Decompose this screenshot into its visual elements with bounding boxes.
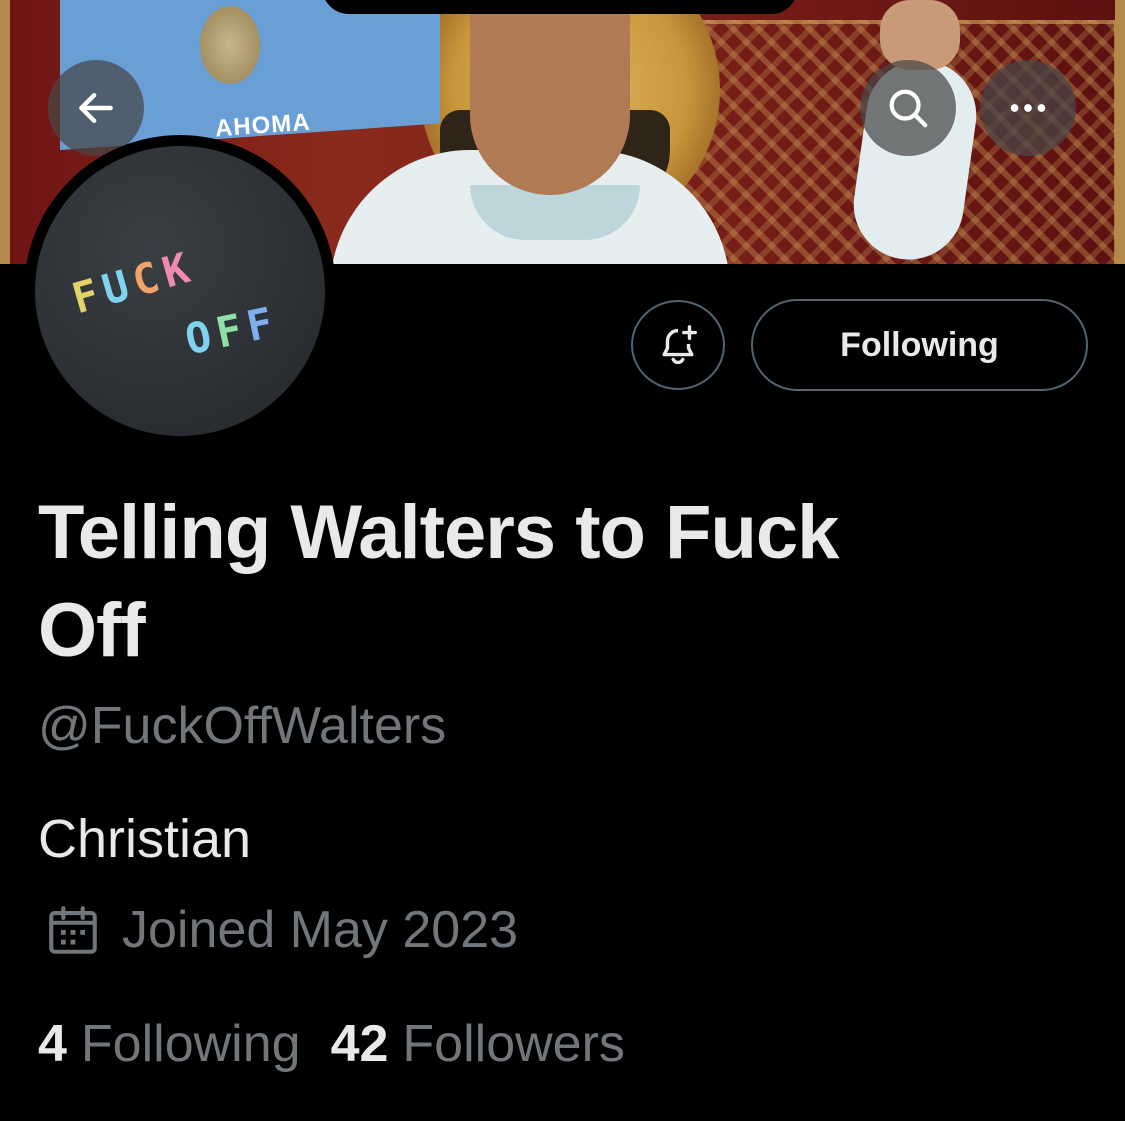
back-button[interactable] xyxy=(48,60,144,156)
calendar-icon xyxy=(49,906,97,954)
avatar-word-2: OFF xyxy=(180,296,283,365)
search-icon xyxy=(889,89,928,128)
following-count: 4 xyxy=(38,1015,67,1073)
following-button[interactable]: Following xyxy=(751,299,1088,391)
following-label: Following xyxy=(80,1015,301,1073)
bio: Christian xyxy=(38,809,252,869)
user-handle: @FuckOffWalters xyxy=(38,697,447,755)
followers-count: 42 xyxy=(330,1015,389,1073)
avatar[interactable]: FUCK OFF xyxy=(24,135,336,447)
join-date: Joined May 2023 xyxy=(44,900,518,960)
device-notch xyxy=(322,0,798,14)
follow-stats: 4 Following 42 Followers xyxy=(38,1014,655,1074)
join-date-text: Joined May 2023 xyxy=(122,901,519,959)
notifications-button[interactable] xyxy=(631,300,725,390)
display-name: Telling Walters to Fuck Off xyxy=(38,490,839,673)
more-horizontal-icon xyxy=(1010,104,1046,112)
followers-label: Followers xyxy=(402,1015,625,1073)
avatar-image: FUCK OFF xyxy=(35,146,325,436)
bell-plus-icon xyxy=(662,325,697,365)
followers-stat[interactable]: 42 Followers xyxy=(331,1014,625,1074)
search-button[interactable] xyxy=(860,60,956,156)
following-stat[interactable]: 4 Following xyxy=(38,1014,301,1074)
arrow-left-icon xyxy=(79,92,113,124)
more-button[interactable] xyxy=(980,60,1076,156)
avatar-word-1: FUCK xyxy=(66,241,201,324)
